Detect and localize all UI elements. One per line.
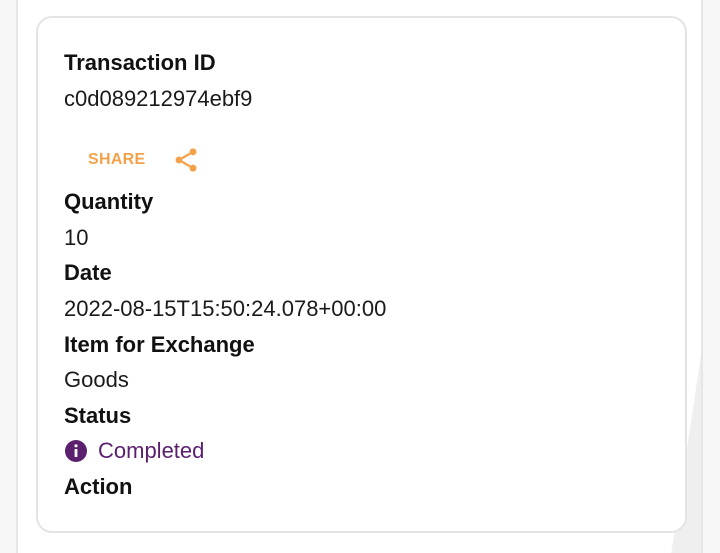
transaction-card: Transaction ID c0d089212974ebf9 SHARE Qu… (36, 16, 687, 533)
item-for-exchange-label: Item for Exchange (64, 332, 255, 357)
info-icon (64, 439, 88, 463)
action-label: Action (64, 474, 133, 499)
share-icon (172, 146, 200, 174)
date-label: Date (64, 260, 112, 285)
quantity-label: Quantity (64, 189, 154, 214)
status-label: Status (64, 403, 132, 428)
page-container: Transaction ID c0d089212974ebf9 SHARE Qu… (16, 0, 703, 553)
item-for-exchange-value: Goods (64, 367, 129, 392)
share-button[interactable]: SHARE (88, 142, 200, 178)
transaction-id-label: Transaction ID (64, 50, 216, 75)
date-value: 2022-08-15T15:50:24.078+00:00 (64, 296, 387, 321)
status-value: Completed (98, 438, 205, 463)
share-button-label: SHARE (88, 151, 146, 168)
transaction-id-value: c0d089212974ebf9 (64, 86, 253, 111)
quantity-value: 10 (64, 225, 89, 250)
status-value-row: Completed (64, 438, 204, 464)
